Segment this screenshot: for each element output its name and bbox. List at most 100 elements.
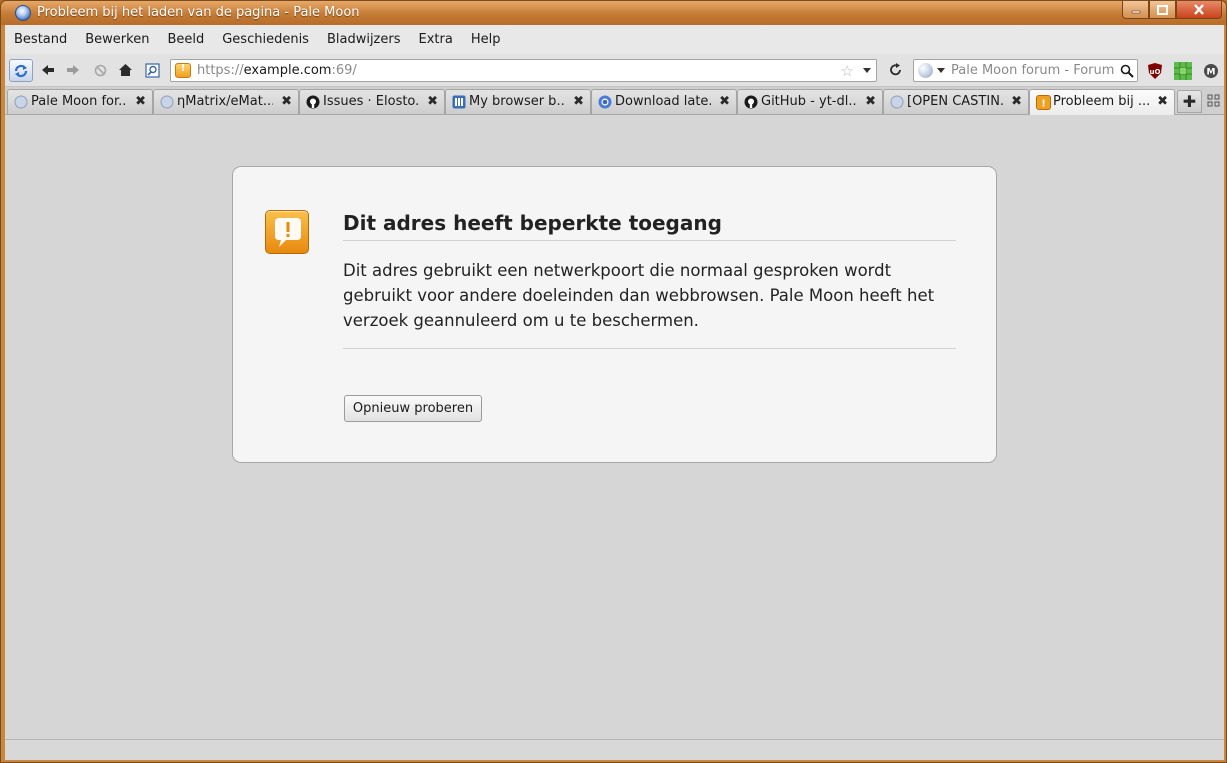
url-text[interactable]: https://example.com:69/ bbox=[197, 63, 357, 78]
reload-icon bbox=[14, 64, 28, 77]
github-icon bbox=[743, 94, 759, 110]
retry-button[interactable]: Opnieuw proberen bbox=[344, 395, 482, 422]
menu-bladwijzers[interactable]: Bladwijzers bbox=[327, 32, 401, 47]
menu-bewerken[interactable]: Bewerken bbox=[85, 32, 149, 47]
tab-label: Issues · Elosto... bbox=[323, 94, 419, 109]
close-tab-icon[interactable]: ✖ bbox=[719, 94, 730, 110]
tab-pale-moon-forum[interactable]: Pale Moon for... ✖ bbox=[7, 89, 153, 114]
search-button[interactable] bbox=[1117, 60, 1137, 81]
url-protocol: https:// bbox=[197, 63, 244, 78]
forum-icon bbox=[451, 94, 467, 110]
reload-small-button[interactable] bbox=[885, 59, 907, 81]
minimize-icon bbox=[1131, 10, 1140, 13]
browser-window: Probleem bij het laden van de pagina - P… bbox=[0, 0, 1227, 763]
url-bar[interactable]: https://example.com:69/ ☆ bbox=[170, 59, 877, 82]
tab-label: [OPEN CASTIN... bbox=[907, 94, 1003, 109]
close-tab-icon[interactable]: ✖ bbox=[1157, 94, 1168, 110]
tab-label: Probleem bij ... bbox=[1053, 94, 1149, 109]
tab-nmatrix[interactable]: ηMatrix/eMat... ✖ bbox=[153, 89, 299, 114]
tab-my-browser[interactable]: My browser b... ✖ bbox=[445, 89, 591, 114]
menu-help[interactable]: Help bbox=[471, 32, 501, 47]
search-bar[interactable]: Pale Moon forum - Forum in bbox=[913, 59, 1138, 82]
forward-arrow-icon bbox=[67, 65, 79, 75]
pale-moon-icon bbox=[159, 94, 175, 110]
back-button[interactable] bbox=[37, 59, 59, 81]
window-controls bbox=[1122, 1, 1222, 20]
page-zoom-icon bbox=[144, 62, 160, 78]
tab-label: Pale Moon for... bbox=[31, 94, 127, 109]
forward-button[interactable] bbox=[62, 59, 84, 81]
tab-label: ηMatrix/eMat... bbox=[177, 94, 273, 109]
home-button[interactable] bbox=[114, 59, 136, 81]
stop-button[interactable] bbox=[89, 59, 111, 81]
plus-icon: ✚ bbox=[1182, 92, 1197, 111]
matrix-grid-icon bbox=[1174, 62, 1192, 80]
status-bar bbox=[5, 739, 1224, 760]
page-content: Dit adres heeft beperkte toegang Dit adr… bbox=[5, 115, 1224, 739]
tab-probleem-selected[interactable]: ! Probleem bij ... ✖ bbox=[1029, 89, 1175, 115]
menu-bar: Bestand Bewerken Beeld Geschiedenis Blad… bbox=[5, 25, 1224, 54]
client-area: Bestand Bewerken Beeld Geschiedenis Blad… bbox=[5, 25, 1224, 760]
tab-download-latest[interactable]: Download late... ✖ bbox=[591, 89, 737, 114]
tab-label: My browser b... bbox=[469, 94, 565, 109]
close-tab-icon[interactable]: ✖ bbox=[865, 94, 876, 110]
pale-moon-icon bbox=[13, 94, 29, 110]
minimize-button[interactable] bbox=[1122, 1, 1149, 19]
warning-icon: ! bbox=[1035, 94, 1051, 110]
search-engine-dropdown-icon[interactable] bbox=[937, 68, 945, 73]
error-page-container: Dit adres heeft beperkte toegang Dit adr… bbox=[232, 166, 997, 463]
title-bar[interactable]: Probleem bij het laden van de pagina - P… bbox=[1, 1, 1226, 25]
warning-speech-bubble-icon bbox=[265, 210, 309, 254]
menu-geschiedenis[interactable]: Geschiedenis bbox=[222, 32, 309, 47]
close-tab-icon[interactable]: ✖ bbox=[281, 94, 292, 110]
reload-button[interactable] bbox=[9, 59, 33, 82]
tab-open-casting[interactable]: [OPEN CASTIN... ✖ bbox=[883, 89, 1029, 114]
close-tab-icon[interactable]: ✖ bbox=[427, 94, 438, 110]
tab-bar: Pale Moon for... ✖ ηMatrix/eMat... ✖ Iss… bbox=[5, 87, 1224, 115]
window-title: Probleem bij het laden van de pagina - P… bbox=[37, 5, 360, 20]
stop-icon bbox=[94, 64, 106, 76]
search-engine-icon[interactable] bbox=[918, 63, 933, 78]
site-identity-icon[interactable] bbox=[175, 63, 191, 78]
ublock-origin-button[interactable]: uO bbox=[1145, 61, 1165, 81]
home-icon bbox=[118, 64, 132, 76]
menu-extra[interactable]: Extra bbox=[419, 32, 453, 47]
maximize-icon bbox=[1157, 4, 1168, 15]
close-tab-icon[interactable]: ✖ bbox=[135, 94, 146, 110]
url-host: example.com bbox=[243, 63, 332, 78]
close-tab-icon[interactable]: ✖ bbox=[1011, 94, 1022, 110]
close-window-button[interactable] bbox=[1176, 1, 1222, 19]
ublock-origin-icon: uO bbox=[1148, 63, 1162, 79]
pale-moon-app-icon bbox=[15, 5, 31, 21]
tab-github-ytdl[interactable]: GitHub - yt-dl... ✖ bbox=[737, 89, 883, 114]
search-placeholder[interactable]: Pale Moon forum - Forum in bbox=[951, 63, 1130, 78]
maximize-button[interactable] bbox=[1149, 1, 1176, 19]
navigation-toolbar: https://example.com:69/ ☆ Pale Moon foru… bbox=[5, 54, 1224, 87]
history-dropdown-icon[interactable] bbox=[863, 68, 871, 73]
menu-beeld[interactable]: Beeld bbox=[167, 32, 204, 47]
search-icon bbox=[1120, 64, 1134, 78]
close-icon bbox=[1194, 4, 1204, 15]
menu-bestand[interactable]: Bestand bbox=[14, 32, 67, 47]
extension-m-button[interactable]: M bbox=[1201, 61, 1221, 81]
svg-text:uO: uO bbox=[1150, 68, 1161, 76]
tab-issues-elosto[interactable]: Issues · Elosto... ✖ bbox=[299, 89, 445, 114]
tab-label: GitHub - yt-dl... bbox=[761, 94, 857, 109]
letter-m-icon: M bbox=[1204, 64, 1218, 78]
new-tab-button[interactable]: ✚ bbox=[1177, 90, 1202, 113]
zoom-button[interactable] bbox=[141, 59, 163, 81]
all-tabs-grid-icon[interactable] bbox=[1207, 94, 1221, 108]
error-description: Dit adres gebruikt een netwerkpoort die … bbox=[343, 261, 935, 330]
reload-small-icon bbox=[890, 63, 901, 76]
pale-moon-icon bbox=[889, 94, 905, 110]
bookmark-star-icon[interactable]: ☆ bbox=[841, 62, 854, 80]
error-title: Dit adres heeft beperkte toegang bbox=[343, 211, 956, 241]
close-tab-icon[interactable]: ✖ bbox=[573, 94, 584, 110]
github-icon bbox=[305, 94, 321, 110]
chrome-icon bbox=[597, 94, 613, 110]
umatrix-button[interactable] bbox=[1173, 61, 1193, 81]
url-port-path: :69/ bbox=[331, 63, 357, 78]
divider bbox=[343, 348, 956, 349]
svg-text:!: ! bbox=[1041, 98, 1046, 109]
tab-label: Download late... bbox=[615, 94, 711, 109]
